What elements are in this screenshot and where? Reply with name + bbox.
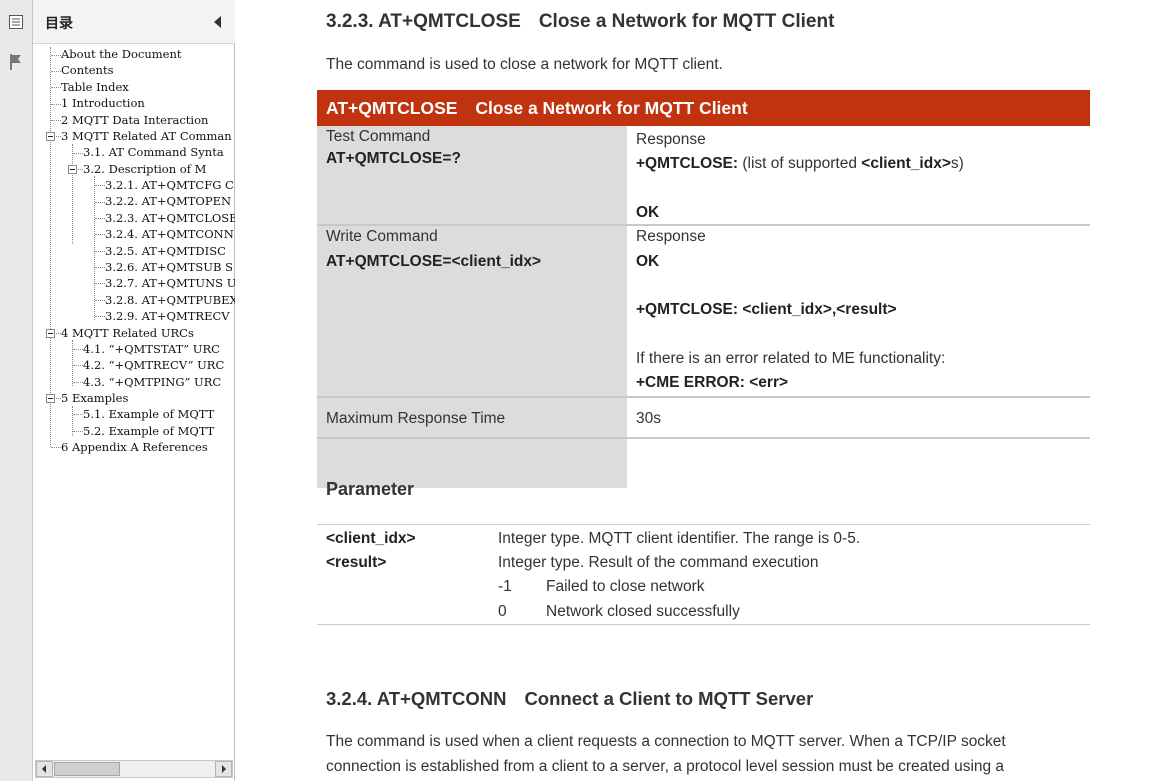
toc-header: 目录 [33,0,235,44]
section-number: 3.2.4. [326,688,373,709]
toc-item[interactable]: 3.2.5. AT+QMTDISC [105,243,226,259]
toc-tree: About the Document Contents Table Index … [33,44,235,756]
toc-item[interactable]: 3 MQTT Related AT Comman [61,128,232,144]
write-command-label: Write Command [326,228,438,245]
toc-item[interactable]: 3.2.1. AT+QMTCFG C [105,177,234,193]
toc-item[interactable]: 6 Appendix A References [61,439,208,455]
param-desc: Integer type. MQTT client identifier. Th… [498,530,861,547]
value-desc: Failed to close network [546,578,705,595]
test-command-label: Test Command [326,128,431,145]
resp-post: s) [950,155,964,172]
toc-expander-3[interactable] [46,132,55,141]
param-desc: Integer type. Result of the command exec… [498,554,819,571]
ok-text: OK [636,253,660,270]
cme-error: +CME ERROR: <err> [636,374,789,391]
test-command-syntax: AT+QMTCLOSE=? [326,150,461,167]
toc-expander-4[interactable] [46,329,55,338]
response-label: Response [636,228,706,245]
value-desc: Network closed successfully [546,603,740,620]
table-header-command: AT+QMTCLOSE [326,98,458,118]
toc-item[interactable]: 5 Examples [61,390,128,406]
toc-item[interactable]: 5.2. Example of MQTT [83,423,214,439]
section-title: Connect a Client to MQTT Server [524,688,814,709]
row-divider [317,437,1090,439]
section-text-line: connection is established from a client … [326,758,1005,775]
toc-horizontal-scrollbar[interactable] [35,760,233,778]
toc-item-current[interactable]: 3.2.3. AT+QMTCLOSE [105,210,235,226]
side-toolbar [0,0,33,781]
toc-item[interactable]: Contents [61,62,114,78]
write-command-syntax: AT+QMTCLOSE=<client_idx> [326,253,542,270]
toc-item[interactable]: 1 Introduction [61,95,145,111]
error-note: If there is an error related to ME funct… [636,350,946,367]
collapse-panel-icon[interactable] [214,16,221,28]
toc-expander-5[interactable] [46,394,55,403]
toc-item[interactable]: 3.2.7. AT+QMTUNS U [105,275,235,291]
toc-item[interactable]: 3.2.2. AT+QMTOPEN [105,193,231,209]
resp-pre: (list of supported [742,155,862,172]
document-view: 3.2.3. AT+QMTCLOSE Close a Network for MQ… [236,0,1176,781]
toc-item[interactable]: 3.2.9. AT+QMTRECV [105,308,230,324]
toc-item[interactable]: 4.3. “+QMTPING” URC [83,374,221,390]
toc-item[interactable]: 3.2.8. AT+QMTPUBEX [105,292,235,308]
value-code: -1 [498,578,512,595]
write-command-cell: Write Command AT+QMTCLOSE=<client_idx> [317,226,627,488]
max-time-label: Maximum Response Time [326,410,506,427]
section-command: AT+QMTCLOSE [378,11,521,32]
toc-item[interactable]: Table Index [61,79,129,95]
scrollbar-thumb[interactable] [54,762,120,776]
toc-item[interactable]: 4 MQTT Related URCs [61,325,194,341]
section-command: AT+QMTCONN [376,688,507,709]
resp-param: <client_idx> [861,155,951,172]
command-table: AT+QMTCLOSE Close a Network for MQTT Clie… [317,90,1090,488]
section-title: Close a Network for MQTT Client [538,11,835,32]
param-name: <result> [326,554,387,571]
max-time-label-cell: Maximum Response Time [317,398,627,437]
scroll-right-icon[interactable] [215,761,232,777]
toc-item[interactable]: 4.2. “+QMTRECV” URC [83,357,224,373]
ok-text: OK [636,204,660,221]
bookmarks-icon[interactable] [5,11,27,33]
toc-expander-3-2[interactable] [68,165,77,174]
toc-item[interactable]: 3.1. AT Command Synta [83,144,224,160]
response-label: Response [636,131,706,148]
test-response-line: +QMTCLOSE: (list of supported <client_id… [636,155,964,173]
section-heading: 3.2.4. AT+QMTCONN Connect a Client to MQT… [326,688,813,710]
value-code: 0 [498,603,507,620]
scroll-left-icon[interactable] [36,761,53,777]
section-intro: The command is used to close a network f… [326,56,723,73]
toc-title: 目录 [45,16,73,32]
parameter-heading: Parameter [326,479,415,499]
param-divider [317,524,1090,525]
toc-panel: 目录 About the Document Contents Table Ind… [33,0,235,781]
section-heading: 3.2.3. AT+QMTCLOSE Close a Network for MQ… [326,11,834,33]
toc-item[interactable]: 5.1. Example of MQTT [83,406,214,422]
toc-item[interactable]: 3.2.6. AT+QMTSUB S [105,259,233,275]
max-time-value: 30s [636,410,661,427]
toc-item[interactable]: About the Document [61,46,182,62]
resp-cmd: +QMTCLOSE: [636,155,739,172]
table-header-title: Close a Network for MQTT Client [475,98,748,118]
section-number: 3.2.3. [326,11,374,32]
write-urc: +QMTCLOSE: <client_idx>,<result> [636,301,897,318]
toc-item[interactable]: 3.2. Description of M [83,161,206,177]
param-name: <client_idx> [326,530,416,547]
command-table-header: AT+QMTCLOSE Close a Network for MQTT Clie… [317,90,1090,126]
max-time-value-cell: 30s [627,398,1090,437]
toc-item[interactable]: 2 MQTT Data Interaction [61,112,208,128]
flag-icon[interactable] [5,51,27,73]
section-text-line: The command is used when a client reques… [326,733,1006,750]
toc-item[interactable]: 3.2.4. AT+QMTCONN [105,226,234,242]
write-response-cell: Response OK +QMTCLOSE: <client_idx>,<res… [627,226,1090,488]
param-divider [317,624,1090,625]
toc-item[interactable]: 4.1. “+QMTSTAT” URC [83,341,220,357]
